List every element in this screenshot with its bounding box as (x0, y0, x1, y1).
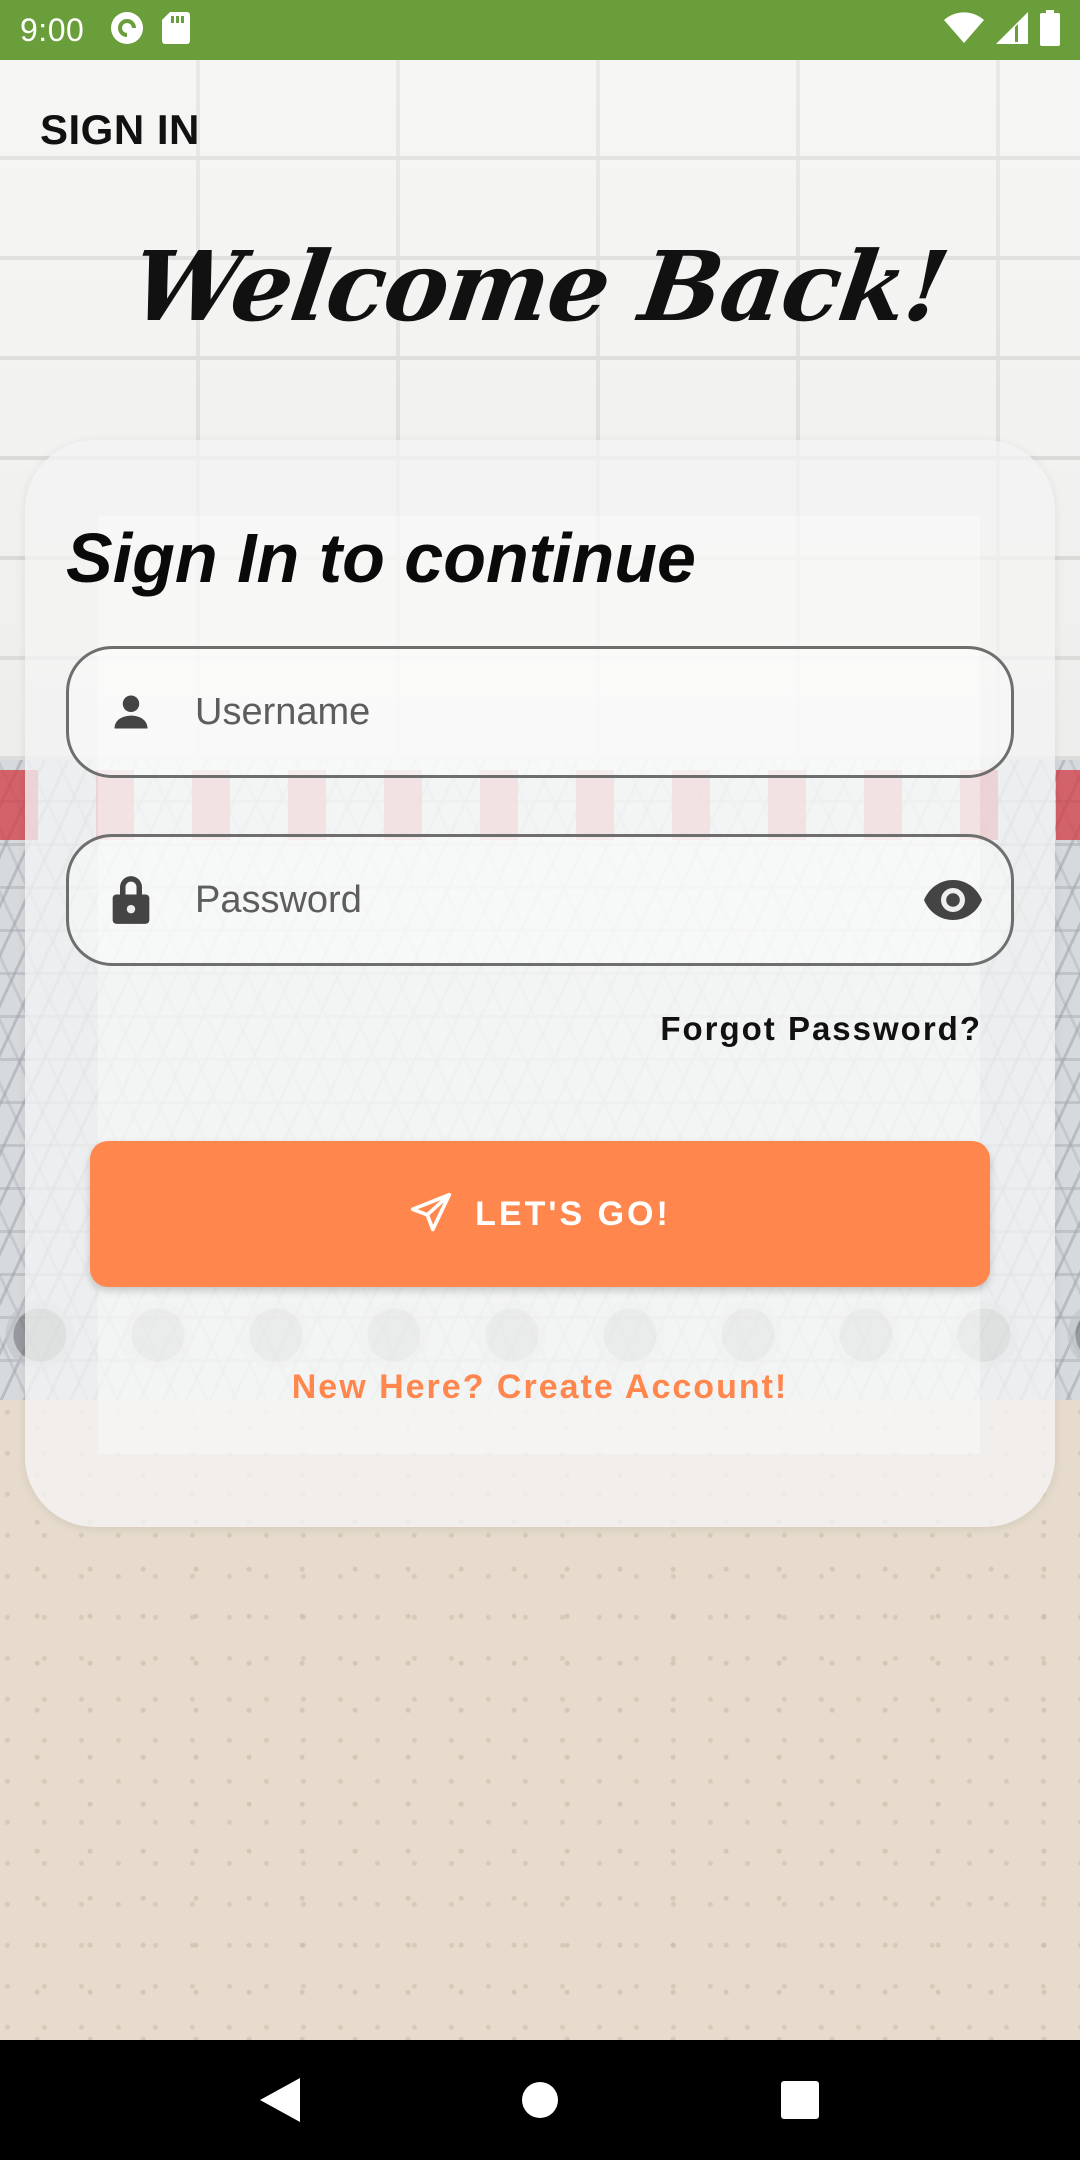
status-bar: 9:00 (0, 0, 1080, 60)
lets-go-button[interactable]: LET'S GO! (90, 1141, 990, 1287)
sd-card-icon (162, 11, 191, 49)
back-icon[interactable] (245, 2065, 315, 2135)
person-icon (103, 684, 159, 740)
password-input[interactable] (195, 837, 921, 963)
forgot-password-link[interactable]: Forgot Password? (660, 1010, 982, 1048)
username-field[interactable] (66, 646, 1014, 778)
password-field[interactable] (66, 834, 1014, 966)
pocket-casts-icon (110, 11, 144, 50)
username-input[interactable] (195, 649, 1011, 775)
lock-icon (103, 872, 159, 928)
create-account-link[interactable]: New Here? Create Account! (0, 1368, 1080, 1407)
cell-signal-icon (996, 11, 1028, 49)
page-title: SIGN IN (40, 106, 200, 153)
navigation-bar (0, 2040, 1080, 2160)
battery-icon (1040, 9, 1060, 51)
status-time: 9:00 (20, 11, 85, 48)
eye-icon[interactable] (921, 868, 985, 932)
sign-in-screen: 9:00 SIGN IN Welcome Back! Sign In to co… (0, 0, 1080, 2160)
home-icon[interactable] (505, 2065, 575, 2135)
lets-go-label: LET'S GO! (475, 1194, 671, 1233)
card-heading: Sign In to continue (66, 519, 696, 597)
send-icon (409, 1191, 453, 1238)
recents-icon[interactable] (765, 2065, 835, 2135)
wifi-icon (944, 11, 984, 49)
welcome-heading: Welcome Back! (125, 230, 955, 343)
